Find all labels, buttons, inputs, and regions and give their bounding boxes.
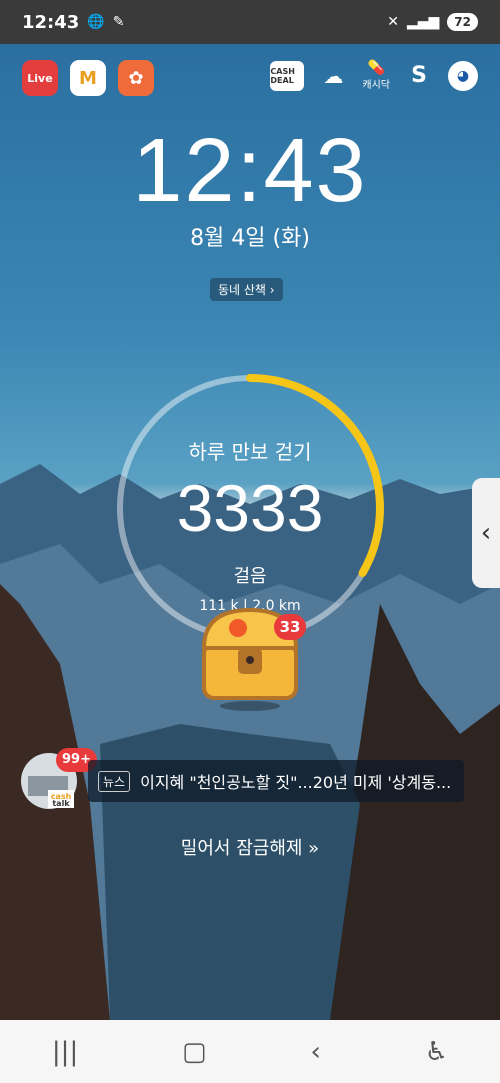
navigation-bar: ||| ▢ ‹ ♿	[0, 1020, 500, 1083]
app-shortcuts: Live M ✿	[22, 60, 154, 96]
cashidak-label: 캐시닥	[362, 80, 390, 91]
status-bar: 12:43 🌐 ✎ ✕ ▂▄▆ 72	[0, 0, 500, 44]
notification-icon: ✎	[112, 14, 125, 30]
live-app-icon[interactable]: Live	[22, 60, 58, 96]
side-panel-tab[interactable]: ‹	[472, 478, 500, 588]
mute-icon: ✕	[387, 14, 399, 30]
svg-text:talk: talk	[52, 799, 70, 808]
lock-date: 8월 4일 (화)	[190, 226, 310, 251]
cashdeal-icon[interactable]: CASH DEAL	[270, 60, 305, 91]
battery-indicator: 72	[447, 13, 478, 31]
eye-icon[interactable]: ◕	[448, 60, 478, 91]
step-count: 3333	[176, 471, 324, 545]
m-app-icon[interactable]: M	[70, 60, 106, 96]
chest-badge: 33	[274, 614, 306, 640]
walk-chip[interactable]: 동네 산책 ›	[210, 278, 283, 301]
cashidak-item[interactable]: 💊 캐시닥	[362, 60, 390, 91]
status-time: 12:43	[22, 11, 80, 33]
news-ticker[interactable]: 뉴스 이지혜 "천인공노할 짓"...20년 미제 '상계동...	[88, 760, 464, 802]
accessibility-icon[interactable]: ♿	[425, 1037, 448, 1067]
news-headline: 이지혜 "천인공노할 짓"...20년 미제 '상계동...	[140, 773, 452, 792]
step-unit: 걸음	[233, 566, 267, 587]
globe-icon: 🌐	[87, 14, 105, 30]
back-icon[interactable]: ‹	[310, 1037, 320, 1067]
signal-icon: ▂▄▆	[406, 14, 440, 30]
unlock-hint[interactable]: 밀어서 잠금해제 »	[0, 834, 500, 860]
robot-icon[interactable]: ☁	[318, 61, 348, 91]
lock-clock: 12:43	[132, 121, 368, 221]
news-tag: 뉴스	[98, 770, 131, 792]
home-icon[interactable]: ▢	[182, 1037, 207, 1067]
pill-icon: 💊	[367, 60, 385, 76]
pedometer-title: 하루 만보 걷기	[188, 440, 312, 464]
chevron-left-icon: ‹	[480, 518, 492, 548]
paw-app-icon[interactable]: ✿	[118, 60, 154, 96]
recent-apps-icon[interactable]: |||	[52, 1037, 78, 1067]
quick-actions: CASH DEAL ☁ 💊 캐시닥 S ◕	[270, 60, 478, 91]
s-logo-icon[interactable]: S	[404, 61, 434, 91]
